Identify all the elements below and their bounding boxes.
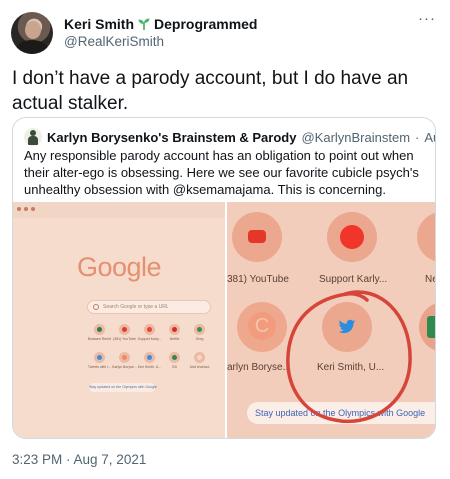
shortcut-tile: GD xyxy=(162,350,187,374)
shortcut-label: Add shortcut xyxy=(189,365,210,369)
shortcut-label: Karlyn Boryse... xyxy=(112,365,137,369)
shortcut-label: (381) YouTube xyxy=(113,337,136,341)
shortcut-tile: Greg xyxy=(187,322,212,346)
shortcut-tile: Brassen Remit xyxy=(87,322,112,346)
shortcut-label: Brassen Remit xyxy=(88,337,111,341)
tweet-timestamp[interactable]: 3:23 PM · Aug 7, 2021 xyxy=(12,452,146,467)
quoted-media[interactable]: Google Search Google or type a URL Brass… xyxy=(13,202,435,438)
quoted-separator: · xyxy=(415,129,420,145)
author-avatar[interactable] xyxy=(11,12,53,54)
quoted-tweet[interactable]: Karlyn Borysenko's Brainstem & Parody @K… xyxy=(12,117,436,439)
shortcut-label: Greg xyxy=(195,337,204,341)
shortcut-tile: Add shortcut xyxy=(187,350,212,374)
tweet-text: I don’t have a parody account, but I do … xyxy=(12,68,409,114)
author-name[interactable]: Keri Smith xyxy=(64,16,134,32)
shortcut-label: Netflix xyxy=(169,337,180,341)
media-right-zoom: 381) YouTube Support Karly... Ne C arlyn… xyxy=(227,202,435,438)
shortcut-grid: Brassen Remit (381) YouTube Support Karl… xyxy=(87,322,213,374)
google-logo: Google xyxy=(76,252,162,282)
search-icon xyxy=(93,304,99,310)
shortcut-tile: (381) YouTube xyxy=(112,322,137,346)
media-left-screenshot: Google Search Google or type a URL Brass… xyxy=(13,202,225,438)
quoted-date: Aug 7, 2021 xyxy=(424,129,435,145)
sprout-icon xyxy=(138,18,150,30)
quoted-author-name: Karlyn Borysenko's Brainstem & Parody xyxy=(47,129,297,145)
shortcut-label: Keri Smith, U... xyxy=(137,365,162,369)
shortcut-tile: Tweets with r... xyxy=(87,350,112,374)
shortcut-tile: Karlyn Boryse... xyxy=(112,350,137,374)
quoted-tweet-header: Karlyn Borysenko's Brainstem & Parody @K… xyxy=(24,128,435,146)
shortcut-label: GD xyxy=(171,365,178,369)
red-circle-annotation xyxy=(286,290,412,424)
quoted-author-handle: @KarlynBrainstem xyxy=(301,129,411,145)
browser-bar xyxy=(13,202,225,218)
olympics-banner: Stay updated on the Olympics with Google xyxy=(89,383,157,392)
more-options-icon[interactable]: ··· xyxy=(418,11,436,26)
shortcut-tile: Netflix xyxy=(162,322,187,346)
shortcut-tile: Support Karly... xyxy=(137,322,162,346)
google-search-placeholder: Search Google or type a URL xyxy=(103,303,169,310)
shortcut-label: Support Karly... xyxy=(137,337,162,341)
google-search-box: Search Google or type a URL xyxy=(87,300,211,314)
shortcut-tile: Keri Smith, U... xyxy=(137,350,162,374)
quoted-author-avatar xyxy=(24,128,42,146)
author-line[interactable]: Keri Smith Deprogrammed xyxy=(64,16,257,32)
author-handle[interactable]: @RealKeriSmith xyxy=(64,34,164,49)
quoted-tweet-text: Any responsible parody account has an ob… xyxy=(24,148,419,197)
tweet: Keri Smith Deprogrammed @RealKeriSmith ·… xyxy=(0,0,450,479)
shortcut-label: Tweets with r... xyxy=(87,365,112,369)
author-badge-text: Deprogrammed xyxy=(154,16,258,32)
